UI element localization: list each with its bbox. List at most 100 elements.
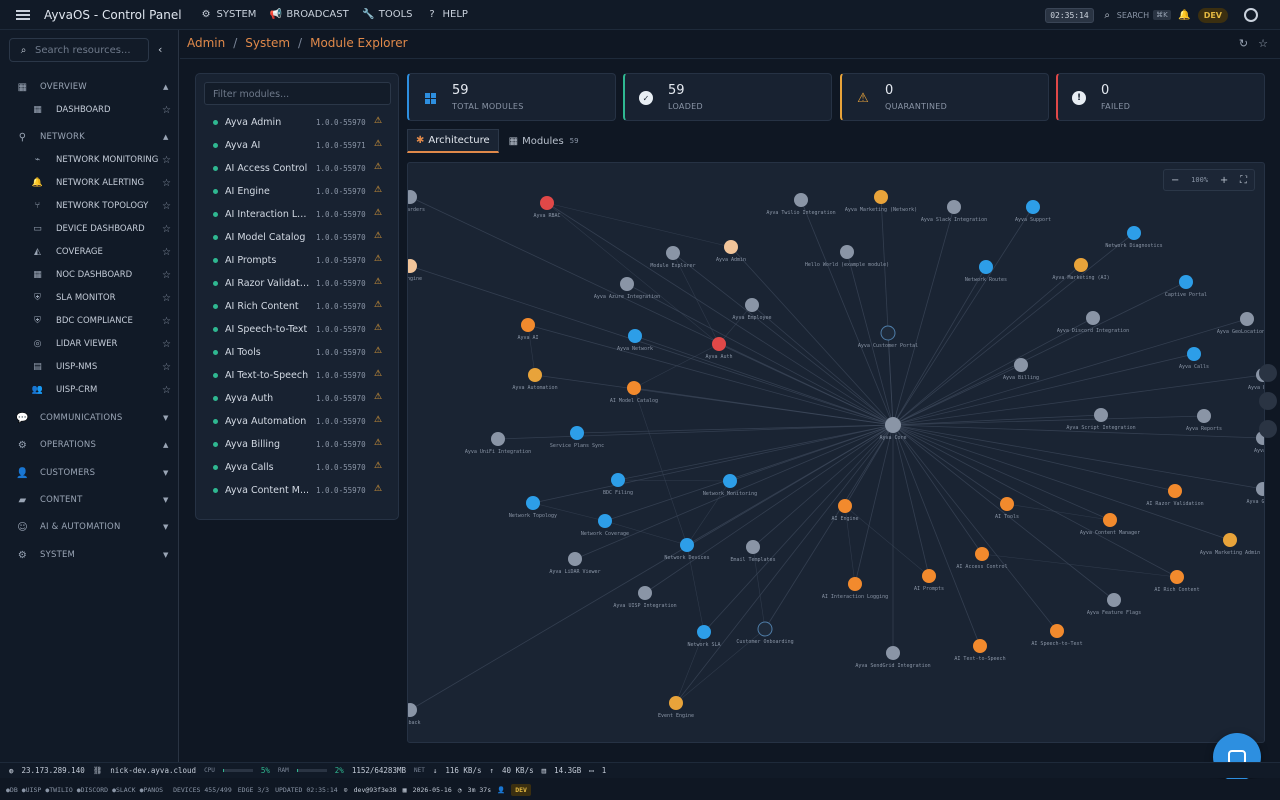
module-row[interactable]: Ayva Billing 1.0.0-55970 ⚠ — [196, 433, 398, 456]
breadcrumb-admin[interactable]: Admin — [187, 36, 225, 50]
sidebar-section-communications[interactable]: 💬 COMMUNICATIONS ▼ — [0, 408, 179, 428]
zoom-out-button[interactable]: − — [1171, 175, 1179, 186]
star-icon[interactable]: ☆ — [162, 316, 171, 327]
top-menu-broadcast[interactable]: 📢 BROADCAST — [270, 9, 349, 20]
graph-node[interactable] — [1240, 312, 1254, 326]
graph-node[interactable] — [1170, 570, 1184, 584]
module-row[interactable]: AI Prompts 1.0.0-55970 ⚠ — [196, 249, 398, 272]
architecture-graph[interactable]: Forwarders Ayva RBAC Ayva Twilio Integrati… — [407, 162, 1265, 743]
zoom-in-button[interactable]: + — [1220, 175, 1228, 186]
graph-node[interactable] — [1074, 258, 1088, 272]
sidebar-item-coverage[interactable]: ◭ COVERAGE ☆ — [0, 242, 179, 262]
tab-architecture[interactable]: ✱ Architecture — [407, 129, 499, 153]
sidebar-section-operations[interactable]: ⚙ OPERATIONS ▲ — [0, 435, 179, 455]
module-row[interactable]: AI Speech-to-Text 1.0.0-55970 ⚠ — [196, 318, 398, 341]
star-icon[interactable]: ☆ — [162, 224, 171, 235]
graph-node[interactable] — [1187, 347, 1201, 361]
graph-node-core[interactable] — [885, 417, 901, 433]
fit-screen-icon[interactable]: ⛶ — [1240, 175, 1247, 186]
graph-node[interactable] — [745, 298, 759, 312]
graph-node[interactable] — [746, 540, 760, 554]
sidebar-section-system[interactable]: ⚙ SYSTEM ▼ — [0, 545, 179, 565]
star-icon[interactable]: ☆ — [162, 201, 171, 212]
graph-node[interactable] — [840, 245, 854, 259]
graph-node[interactable] — [540, 196, 554, 210]
graph-node[interactable] — [528, 368, 542, 382]
bell-icon[interactable]: 🔔 — [1178, 10, 1190, 21]
graph-node[interactable] — [570, 426, 584, 440]
graph-node[interactable] — [1179, 275, 1193, 289]
graph-node[interactable] — [598, 514, 612, 528]
graph-node[interactable] — [666, 246, 680, 260]
star-icon[interactable]: ☆ — [162, 362, 171, 373]
graph-node[interactable] — [1107, 593, 1121, 607]
sidebar-item-dashboard[interactable]: ▦ DASHBOARD ☆ — [0, 100, 179, 120]
module-row[interactable]: AI Model Catalog 1.0.0-55970 ⚠ — [196, 226, 398, 249]
shield-icon[interactable] — [1259, 392, 1277, 410]
star-icon[interactable]: ☆ — [1258, 37, 1268, 50]
star-icon[interactable]: ☆ — [162, 293, 171, 304]
sidebar-section-ai-automation[interactable]: ☺ AI & AUTOMATION ▼ — [0, 517, 179, 537]
module-row[interactable]: Ayva Admin 1.0.0-55970 ⚠ — [196, 111, 398, 134]
wrench-icon[interactable] — [1259, 364, 1277, 382]
graph-node[interactable] — [838, 499, 852, 513]
star-icon[interactable]: ☆ — [162, 155, 171, 166]
graph-node[interactable] — [1256, 482, 1265, 496]
module-row[interactable]: AI Access Control 1.0.0-55970 ⚠ — [196, 157, 398, 180]
graph-node[interactable] — [680, 538, 694, 552]
refresh-icon[interactable]: ↻ — [1239, 37, 1248, 50]
graph-node[interactable] — [1197, 409, 1211, 423]
graph-node[interactable] — [611, 473, 625, 487]
graph-node[interactable] — [408, 190, 417, 204]
graph-node[interactable] — [922, 569, 936, 583]
graph-node[interactable] — [408, 259, 417, 273]
sidebar-search-input[interactable]: ⌕ Search resources... — [9, 38, 149, 62]
graph-node[interactable] — [874, 190, 888, 204]
module-row[interactable]: AI Razor Validati... 1.0.0-55970 ⚠ — [196, 272, 398, 295]
sidebar-item-uisp-crm[interactable]: 👥 UISP-CRM ☆ — [0, 380, 179, 400]
graph-node[interactable] — [1127, 226, 1141, 240]
module-row[interactable]: AI Tools 1.0.0-55970 ⚠ — [196, 341, 398, 364]
graph-node[interactable] — [947, 200, 961, 214]
graph-node[interactable] — [886, 646, 900, 660]
collapse-sidebar-icon[interactable]: ‹ — [158, 43, 162, 56]
sidebar-item-sla-monitor[interactable]: ⛨ SLA MONITOR ☆ — [0, 288, 179, 308]
graph-node[interactable] — [1168, 484, 1182, 498]
sidebar-item-network-topology[interactable]: ⑂ NETWORK TOPOLOGY ☆ — [0, 196, 179, 216]
graph-node[interactable] — [880, 325, 896, 341]
sidebar-item-device-dashboard[interactable]: ▭ DEVICE DASHBOARD ☆ — [0, 219, 179, 239]
star-icon[interactable]: ☆ — [162, 178, 171, 189]
tab-modules[interactable]: ▦ Modules 59 — [501, 129, 587, 153]
graph-node[interactable] — [973, 639, 987, 653]
graph-node[interactable] — [697, 625, 711, 639]
graph-node[interactable] — [1086, 311, 1100, 325]
graph-node[interactable] — [1094, 408, 1108, 422]
global-search-button[interactable]: ⌕ SEARCH ⌘K — [1102, 10, 1171, 21]
graph-node[interactable] — [1050, 624, 1064, 638]
graph-node[interactable] — [568, 552, 582, 566]
graph-node[interactable] — [724, 240, 738, 254]
top-menu-tools[interactable]: 🔧 TOOLS — [362, 9, 413, 20]
module-row[interactable]: AI Interaction Lo... 1.0.0-55970 ⚠ — [196, 203, 398, 226]
sidebar-section-content[interactable]: ▰ CONTENT ▼ — [0, 490, 179, 510]
breadcrumb-system[interactable]: System — [245, 36, 290, 50]
sidebar-section-overview[interactable]: ▦ OVERVIEW ▲ — [0, 77, 179, 97]
module-row[interactable]: Ayva AI 1.0.0-55971 ⚠ — [196, 134, 398, 157]
module-row[interactable]: Ayva Calls 1.0.0-55970 ⚠ — [196, 456, 398, 479]
sidebar-item-uisp-nms[interactable]: ▤ UISP-NMS ☆ — [0, 357, 179, 377]
sidebar-section-network[interactable]: ⚲ NETWORK ▲ — [0, 127, 179, 147]
sidebar-item-noc-dashboard[interactable]: ▦ NOC DASHBOARD ☆ — [0, 265, 179, 285]
module-row[interactable]: AI Rich Content 1.0.0-55970 ⚠ — [196, 295, 398, 318]
graph-node[interactable] — [1026, 200, 1040, 214]
menu-icon[interactable] — [16, 9, 30, 20]
graph-node[interactable] — [757, 621, 773, 637]
graph-node[interactable] — [1014, 358, 1028, 372]
graph-node[interactable] — [491, 432, 505, 446]
sidebar-section-customers[interactable]: 👤 CUSTOMERS ▼ — [0, 463, 179, 483]
module-row[interactable]: Ayva Auth 1.0.0-55970 ⚠ — [196, 387, 398, 410]
star-icon[interactable]: ☆ — [162, 270, 171, 281]
sidebar-item-bdc-compliance[interactable]: ⛨ BDC COMPLIANCE ☆ — [0, 311, 179, 331]
graph-node[interactable] — [669, 696, 683, 710]
graph-node[interactable] — [1103, 513, 1117, 527]
star-icon[interactable]: ☆ — [162, 385, 171, 396]
